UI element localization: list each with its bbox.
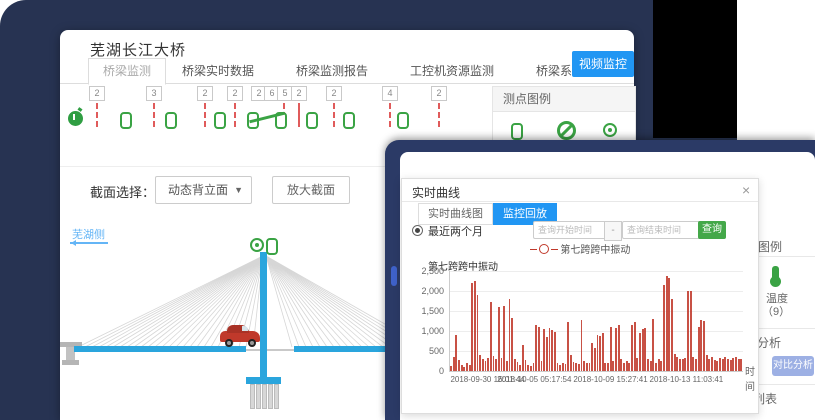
screen: 芜湖长江大桥 桥梁监测桥梁实时数据桥梁监测报告工控机资源监测桥梁系统报警 视频监… bbox=[0, 0, 815, 420]
y-tick-label: 0 bbox=[406, 366, 444, 376]
sensor-count-badge: 2 bbox=[291, 86, 307, 101]
pile-cap bbox=[246, 377, 281, 384]
gridline bbox=[450, 291, 743, 292]
y-tick-label: 1,500 bbox=[406, 306, 444, 316]
chart-legend: 第七跨跨中振动 bbox=[402, 241, 758, 256]
link-icon bbox=[511, 123, 523, 140]
sensor-dash-line bbox=[298, 103, 300, 127]
thermometer-icon bbox=[772, 266, 779, 279]
camera-icon bbox=[603, 123, 617, 137]
pile bbox=[256, 384, 261, 409]
pile bbox=[274, 384, 279, 409]
main-tabbar: 桥梁监测桥梁实时数据桥梁监测报告工控机资源监测桥梁系统报警 bbox=[60, 56, 634, 84]
range-separator: - bbox=[604, 221, 622, 241]
sensor-count-badge: 4 bbox=[382, 86, 398, 101]
sensor-dash-line bbox=[204, 103, 206, 127]
tab-2[interactable]: 桥梁实时数据 bbox=[168, 59, 268, 83]
y-tick-label: 2,000 bbox=[406, 286, 444, 296]
divider bbox=[402, 201, 758, 202]
legend-line bbox=[530, 249, 537, 250]
black-area bbox=[653, 0, 737, 138]
y-tick-label: 2,500 bbox=[406, 266, 444, 276]
legend-marker-icon bbox=[539, 244, 549, 254]
car-windshield bbox=[242, 326, 248, 331]
car-wheel bbox=[225, 339, 233, 347]
sensor-count-badge: 2 bbox=[227, 86, 243, 101]
bridge-deck-joint bbox=[246, 349, 294, 351]
scrollbar-thumb[interactable] bbox=[391, 266, 397, 286]
tower-sensor-icon bbox=[266, 238, 278, 255]
prohibit-icon bbox=[557, 121, 576, 140]
car-wheel bbox=[248, 339, 256, 347]
y-tick-label: 1,000 bbox=[406, 326, 444, 336]
x-tick-label: 2018-10-13 11:03:41 bbox=[650, 375, 724, 384]
sensor-dash-line bbox=[389, 103, 391, 127]
y-tick-label: 500 bbox=[406, 346, 444, 356]
enlarge-section-button[interactable]: 放大截面 bbox=[272, 176, 350, 204]
sensor-dash-line bbox=[333, 103, 335, 127]
gridline bbox=[450, 311, 743, 312]
chart-plot-area bbox=[449, 271, 743, 372]
section-select-dropdown[interactable]: 动态背立面 ▼ bbox=[155, 176, 252, 204]
x-tick-label: 2018-10-09 15:27:41 bbox=[573, 375, 647, 384]
link-sensor-icon bbox=[214, 112, 226, 129]
abutment-base bbox=[62, 360, 79, 365]
query-start-input[interactable] bbox=[533, 221, 613, 239]
chevron-down-icon: ▼ bbox=[222, 177, 243, 203]
x-axis-label: 时间 bbox=[745, 363, 758, 393]
clock-icon bbox=[68, 111, 83, 126]
section-select-value: 动态背立面 bbox=[168, 183, 228, 197]
video-monitor-button[interactable]: 视频监控 bbox=[572, 51, 634, 77]
last-two-months-radio[interactable] bbox=[412, 225, 423, 236]
dialog-title: 实时曲线 bbox=[412, 184, 460, 201]
sensor-count-badge: 2 bbox=[197, 86, 213, 101]
legend-panel-title: 测点图例 bbox=[493, 87, 635, 112]
sensor-count-badge: 2 bbox=[326, 86, 342, 101]
sensor-count-badge: 2 bbox=[89, 86, 105, 101]
sensor-count-badge: 2 bbox=[431, 86, 447, 101]
bridge-schematic bbox=[60, 236, 430, 420]
legend-label: 第七跨跨中振动 bbox=[560, 245, 630, 256]
background-window-corner bbox=[737, 0, 815, 140]
tower-camera-icon bbox=[250, 238, 264, 252]
bridge-tower bbox=[260, 252, 267, 379]
link-sensor-icon bbox=[397, 112, 409, 129]
pile bbox=[250, 384, 255, 409]
tab-4[interactable]: 工控机资源监测 bbox=[396, 59, 508, 83]
tab-3[interactable]: 桥梁监测报告 bbox=[282, 59, 382, 83]
legend-line bbox=[551, 249, 558, 250]
compare-button[interactable]: 对比分析 bbox=[772, 356, 814, 376]
tab-1[interactable]: 桥梁监测 bbox=[88, 58, 166, 85]
gridline bbox=[450, 271, 743, 272]
query-button[interactable]: 查询 bbox=[698, 221, 726, 239]
x-tick-label: 2018-10-05 05:17:54 bbox=[497, 375, 571, 384]
realtime-curve-dialog: 实时曲线 × 实时曲线图监控回放 最近两个月 - 查询 第七跨跨中振动 第七跨跨… bbox=[401, 178, 759, 414]
sensor-dash-line bbox=[153, 103, 155, 127]
link-sensor-icon bbox=[165, 112, 177, 129]
pile bbox=[262, 384, 267, 409]
sensor-dash-line bbox=[438, 103, 440, 127]
sensor-dash-line bbox=[96, 103, 98, 127]
dialog-tab-1[interactable]: 实时曲线图 bbox=[418, 203, 493, 225]
pile bbox=[268, 384, 273, 409]
link-sensor-icon bbox=[120, 112, 132, 129]
radio-label: 最近两个月 bbox=[428, 223, 483, 239]
sensor-count-badge: 3 bbox=[146, 86, 162, 101]
link-sensor-icon bbox=[343, 112, 355, 129]
close-icon[interactable]: × bbox=[742, 182, 750, 198]
bridge-deck-left bbox=[74, 346, 246, 352]
link-sensor-icon bbox=[306, 112, 318, 129]
query-end-input[interactable] bbox=[622, 221, 702, 239]
temperature-count: （9） bbox=[762, 303, 790, 319]
section-select-label: 截面选择： bbox=[90, 182, 155, 201]
sensor-dash-line bbox=[234, 103, 236, 127]
